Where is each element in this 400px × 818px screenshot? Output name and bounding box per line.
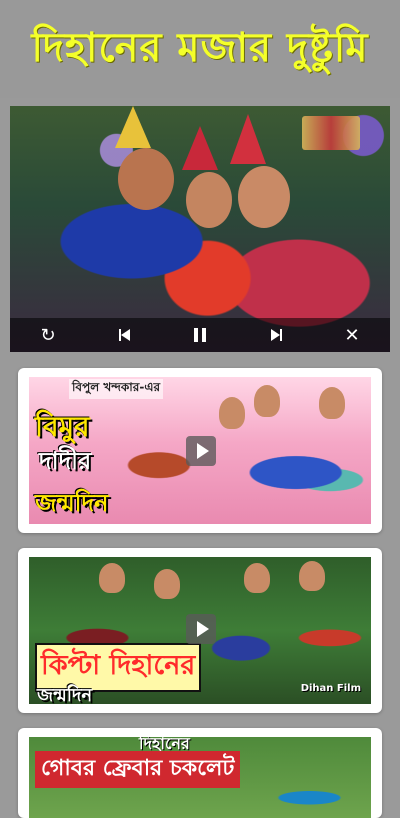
thumbnail-caption: দাদীর	[39, 447, 92, 475]
skip-previous-icon[interactable]	[108, 318, 140, 352]
birthday-decoration	[302, 116, 360, 150]
video-thumbnail[interactable]: কিপ্টা দিহানের জন্মদিন Dihan Film	[29, 557, 371, 704]
person	[244, 563, 270, 593]
video-player[interactable]: ↻ ✕	[10, 106, 390, 352]
play-icon[interactable]	[186, 614, 216, 644]
person	[154, 569, 180, 599]
skip-next-icon[interactable]	[260, 318, 292, 352]
replay-icon[interactable]: ↻	[32, 318, 64, 352]
thumbnail-caption: গোবর ফ্রেবার চকলেট	[35, 751, 241, 788]
person	[186, 172, 232, 228]
party-hat	[230, 114, 266, 164]
channel-tag: Dihan Film	[300, 683, 361, 694]
video-frame	[10, 106, 390, 352]
person	[238, 166, 290, 228]
party-hat	[115, 106, 151, 148]
pause-icon[interactable]	[184, 318, 216, 352]
play-icon[interactable]	[186, 436, 216, 466]
header-banner: দিহানের মজার দুষ্টুমি	[0, 0, 400, 98]
video-card[interactable]: কিপ্টা দিহানের জন্মদিন Dihan Film	[18, 548, 382, 713]
thumbnail-caption: জন্মদিন	[35, 489, 109, 517]
person	[299, 561, 325, 591]
person	[219, 397, 245, 429]
person	[99, 563, 125, 593]
app-title: দিহানের মজার দুষ্টুমি	[31, 24, 369, 71]
person	[254, 385, 280, 417]
player-controls: ↻ ✕	[10, 318, 390, 352]
video-card[interactable]: দিহানের গোবর ফ্রেবার চকলেট	[18, 728, 382, 818]
person	[118, 148, 174, 210]
close-icon[interactable]: ✕	[336, 318, 368, 352]
thumbnail-caption: বিপুল খন্দকার-এর	[69, 379, 164, 399]
party-hat	[182, 126, 218, 170]
person	[319, 387, 345, 419]
video-card[interactable]: বিপুল খন্দকার-এর বিমুর দাদীর জন্মদিন	[18, 368, 382, 533]
video-thumbnail[interactable]: দিহানের গোবর ফ্রেবার চকলেট	[29, 737, 371, 818]
video-thumbnail[interactable]: বিপুল খন্দকার-এর বিমুর দাদীর জন্মদিন	[29, 377, 371, 524]
thumbnail-caption: জন্মদিন	[37, 685, 93, 704]
